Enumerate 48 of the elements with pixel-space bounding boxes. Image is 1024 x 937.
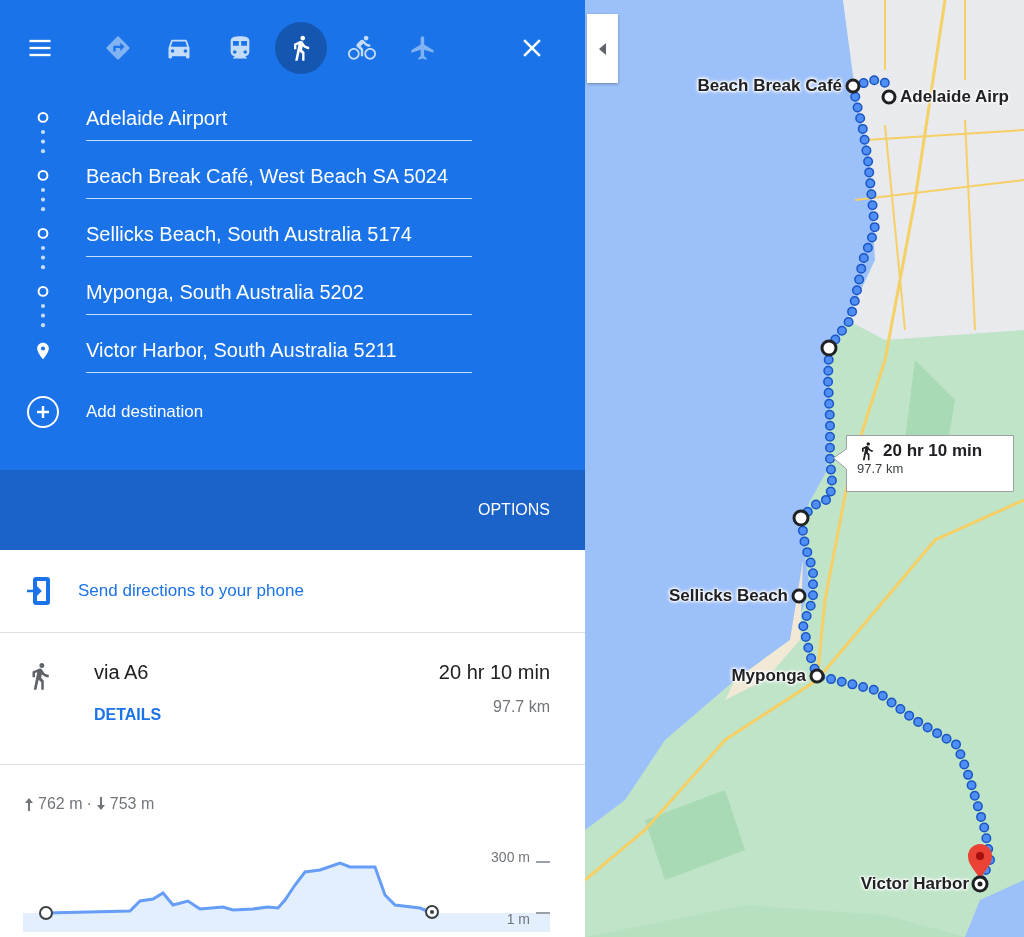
caret-left-icon [598,42,607,55]
bicycle-icon [348,34,376,62]
send-directions-link[interactable]: Send directions to your phone [78,581,304,601]
dotted-line [40,127,46,155]
airplane-icon [409,34,437,62]
route-callout[interactable]: 20 hr 10 min 97.7 km [833,435,1014,492]
waypoint-marker-icon[interactable] [845,78,861,94]
details-button[interactable]: DETAILS [94,706,162,724]
destination-pin-icon[interactable] [968,844,992,893]
elevation-ascent: 762 m [38,795,83,813]
map-place-label: Sellicks Beach [668,586,788,606]
axis-tick-label: 1 m [506,911,530,927]
waypoint-field[interactable]: Adelaide Airport [86,97,472,141]
map-place-label: Myponga [731,666,806,686]
map-place-label: Victor Harbor [860,874,969,894]
axis-tick-label: 300 m [491,849,530,865]
route-duration: 20 hr 10 min [438,661,550,684]
waypoint-circle-icon [35,169,51,182]
waypoint-field[interactable]: Victor Harbor, South Australia 5211 [86,329,472,373]
add-icon [26,395,60,429]
dotted-line [40,243,46,271]
options-button[interactable]: OPTIONS [478,501,550,519]
separator-dot: · [86,795,92,813]
waypoint-marker-icon[interactable] [820,339,838,357]
waypoint-circle-icon [35,227,51,240]
add-destination-button[interactable]: Add destination [86,402,204,422]
up-arrow-icon [24,797,34,811]
waypoint-marker-icon[interactable] [792,509,810,527]
waypoint-circle-icon [35,285,51,298]
route-name: via A6 [94,661,150,684]
waypoint-field[interactable]: Myponga, South Australia 5202 [86,271,472,315]
down-arrow-icon [95,797,106,811]
route-distance: 97.7 km [493,698,550,716]
callout-duration: 20 hr 10 min [883,441,983,461]
waypoint-field[interactable]: Sellicks Beach, South Australia 5174 [86,213,472,257]
callout-distance: 97.7 km [857,461,905,476]
elevation-descent: 753 m [109,795,155,813]
dotted-line [40,301,46,329]
waypoint-marker-icon[interactable] [809,668,825,684]
waypoint-marker-icon[interactable] [791,588,807,604]
dotted-line [40,185,46,213]
travel-mode-tab[interactable] [275,22,327,74]
send-to-phone-icon [26,576,52,606]
waypoint-circle-icon [35,111,51,124]
waypoint-field[interactable]: Beach Break Café, West Beach SA 5024 [86,155,472,199]
map-place-label: Beach Break Café [697,76,842,96]
waypoint-marker-icon[interactable] [881,89,897,105]
directions-icon [104,34,132,62]
